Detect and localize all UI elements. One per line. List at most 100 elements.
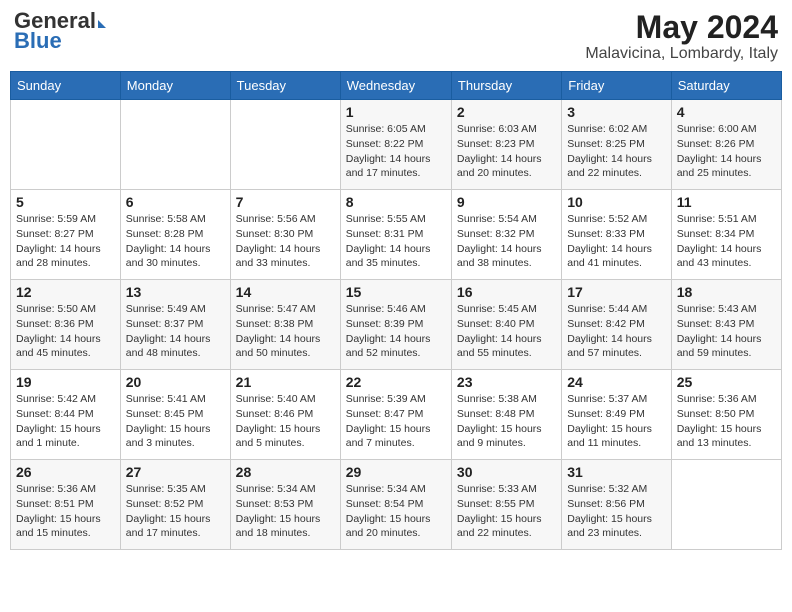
calendar-cell: 1 Sunrise: 6:05 AMSunset: 8:22 PMDaylight… (340, 100, 451, 190)
day-number: 8 (346, 194, 446, 210)
day-number: 5 (16, 194, 115, 210)
calendar-week-row: 5 Sunrise: 5:59 AMSunset: 8:27 PMDaylight… (11, 190, 782, 280)
day-number: 26 (16, 464, 115, 480)
calendar-cell: 22 Sunrise: 5:39 AMSunset: 8:47 PMDayligh… (340, 370, 451, 460)
logo-icon (98, 20, 106, 28)
day-info: Sunrise: 5:45 AMSunset: 8:40 PMDaylight:… (457, 302, 556, 361)
day-number: 1 (346, 104, 446, 120)
day-of-week-header: Sunday (11, 72, 121, 100)
calendar-cell: 30 Sunrise: 5:33 AMSunset: 8:55 PMDayligh… (451, 460, 561, 550)
calendar-cell: 10 Sunrise: 5:52 AMSunset: 8:33 PMDayligh… (562, 190, 671, 280)
calendar-cell: 5 Sunrise: 5:59 AMSunset: 8:27 PMDaylight… (11, 190, 121, 280)
day-number: 10 (567, 194, 665, 210)
calendar-cell: 13 Sunrise: 5:49 AMSunset: 8:37 PMDayligh… (120, 280, 230, 370)
day-number: 18 (677, 284, 776, 300)
day-number: 9 (457, 194, 556, 210)
day-number: 13 (126, 284, 225, 300)
calendar-cell: 19 Sunrise: 5:42 AMSunset: 8:44 PMDayligh… (11, 370, 121, 460)
day-of-week-header: Saturday (671, 72, 781, 100)
day-number: 3 (567, 104, 665, 120)
day-number: 25 (677, 374, 776, 390)
day-of-week-header: Tuesday (230, 72, 340, 100)
calendar-cell: 26Sunrise: 5:36 AMSunset: 8:51 PMDayligh… (11, 460, 121, 550)
day-info: Sunrise: 5:51 AMSunset: 8:34 PMDaylight:… (677, 212, 776, 271)
calendar-cell: 7 Sunrise: 5:56 AMSunset: 8:30 PMDaylight… (230, 190, 340, 280)
day-info: Sunrise: 6:05 AMSunset: 8:22 PMDaylight:… (346, 122, 446, 181)
day-info: Sunrise: 5:33 AMSunset: 8:55 PMDaylight:… (457, 482, 556, 541)
day-number: 30 (457, 464, 556, 480)
day-number: 31 (567, 464, 665, 480)
day-number: 28 (236, 464, 335, 480)
day-info: Sunrise: 5:52 AMSunset: 8:33 PMDaylight:… (567, 212, 665, 271)
day-info: Sunrise: 5:43 AMSunset: 8:43 PMDaylight:… (677, 302, 776, 361)
day-info: Sunrise: 5:40 AMSunset: 8:46 PMDaylight:… (236, 392, 335, 451)
calendar-cell: 14 Sunrise: 5:47 AMSunset: 8:38 PMDayligh… (230, 280, 340, 370)
calendar-cell: 23 Sunrise: 5:38 AMSunset: 8:48 PMDayligh… (451, 370, 561, 460)
calendar-cell (671, 460, 781, 550)
day-number: 11 (677, 194, 776, 210)
calendar-week-row: 19 Sunrise: 5:42 AMSunset: 8:44 PMDayligh… (11, 370, 782, 460)
day-info: Sunrise: 5:35 AMSunset: 8:52 PMDaylight:… (126, 482, 225, 541)
day-info: Sunrise: 5:49 AMSunset: 8:37 PMDaylight:… (126, 302, 225, 361)
day-info: Sunrise: 5:54 AMSunset: 8:32 PMDaylight:… (457, 212, 556, 271)
title-block: May 2024 Malavicina, Lombardy, Italy (585, 10, 778, 63)
day-number: 29 (346, 464, 446, 480)
day-number: 19 (16, 374, 115, 390)
calendar-cell: 8 Sunrise: 5:55 AMSunset: 8:31 PMDaylight… (340, 190, 451, 280)
calendar-cell: 6 Sunrise: 5:58 AMSunset: 8:28 PMDaylight… (120, 190, 230, 280)
calendar-week-row: 12 Sunrise: 5:50 AMSunset: 8:36 PMDayligh… (11, 280, 782, 370)
calendar-cell: 17 Sunrise: 5:44 AMSunset: 8:42 PMDayligh… (562, 280, 671, 370)
day-number: 20 (126, 374, 225, 390)
day-info: Sunrise: 5:47 AMSunset: 8:38 PMDaylight:… (236, 302, 335, 361)
day-number: 7 (236, 194, 335, 210)
calendar-table: SundayMondayTuesdayWednesdayThursdayFrid… (10, 71, 782, 550)
calendar-cell: 20 Sunrise: 5:41 AMSunset: 8:45 PMDayligh… (120, 370, 230, 460)
calendar-week-row: 26Sunrise: 5:36 AMSunset: 8:51 PMDayligh… (11, 460, 782, 550)
day-info: Sunrise: 5:38 AMSunset: 8:48 PMDaylight:… (457, 392, 556, 451)
day-number: 17 (567, 284, 665, 300)
calendar-cell: 15Sunrise: 5:46 AMSunset: 8:39 PMDayligh… (340, 280, 451, 370)
calendar-cell: 24Sunrise: 5:37 AMSunset: 8:49 PMDayligh… (562, 370, 671, 460)
calendar-cell (230, 100, 340, 190)
day-number: 4 (677, 104, 776, 120)
day-info: Sunrise: 5:41 AMSunset: 8:45 PMDaylight:… (126, 392, 225, 451)
calendar-cell: 27 Sunrise: 5:35 AMSunset: 8:52 PMDayligh… (120, 460, 230, 550)
calendar-header-row: SundayMondayTuesdayWednesdayThursdayFrid… (11, 72, 782, 100)
day-info: Sunrise: 5:59 AMSunset: 8:27 PMDaylight:… (16, 212, 115, 271)
day-number: 14 (236, 284, 335, 300)
day-info: Sunrise: 5:55 AMSunset: 8:31 PMDaylight:… (346, 212, 446, 271)
page-header: General Blue May 2024 Malavicina, Lombar… (10, 10, 782, 63)
day-number: 15 (346, 284, 446, 300)
calendar-cell: 16Sunrise: 5:45 AMSunset: 8:40 PMDayligh… (451, 280, 561, 370)
day-number: 23 (457, 374, 556, 390)
day-info: Sunrise: 5:39 AMSunset: 8:47 PMDaylight:… (346, 392, 446, 451)
day-info: Sunrise: 5:34 AMSunset: 8:54 PMDaylight:… (346, 482, 446, 541)
calendar-cell (120, 100, 230, 190)
calendar-cell: 3Sunrise: 6:02 AMSunset: 8:25 PMDaylight… (562, 100, 671, 190)
day-of-week-header: Friday (562, 72, 671, 100)
day-info: Sunrise: 5:44 AMSunset: 8:42 PMDaylight:… (567, 302, 665, 361)
day-of-week-header: Wednesday (340, 72, 451, 100)
calendar-cell: 29 Sunrise: 5:34 AMSunset: 8:54 PMDayligh… (340, 460, 451, 550)
calendar-cell: 4 Sunrise: 6:00 AMSunset: 8:26 PMDaylight… (671, 100, 781, 190)
day-info: Sunrise: 5:50 AMSunset: 8:36 PMDaylight:… (16, 302, 115, 361)
day-of-week-header: Thursday (451, 72, 561, 100)
day-info: Sunrise: 5:42 AMSunset: 8:44 PMDaylight:… (16, 392, 115, 451)
day-info: Sunrise: 5:56 AMSunset: 8:30 PMDaylight:… (236, 212, 335, 271)
calendar-cell: 18 Sunrise: 5:43 AMSunset: 8:43 PMDayligh… (671, 280, 781, 370)
logo-blue: Blue (14, 30, 62, 52)
day-number: 27 (126, 464, 225, 480)
day-info: Sunrise: 5:34 AMSunset: 8:53 PMDaylight:… (236, 482, 335, 541)
calendar-cell: 25Sunrise: 5:36 AMSunset: 8:50 PMDayligh… (671, 370, 781, 460)
day-number: 6 (126, 194, 225, 210)
day-number: 22 (346, 374, 446, 390)
calendar-cell: 9 Sunrise: 5:54 AMSunset: 8:32 PMDaylight… (451, 190, 561, 280)
calendar-cell: 31 Sunrise: 5:32 AMSunset: 8:56 PMDayligh… (562, 460, 671, 550)
day-info: Sunrise: 5:58 AMSunset: 8:28 PMDaylight:… (126, 212, 225, 271)
day-info: Sunrise: 5:32 AMSunset: 8:56 PMDaylight:… (567, 482, 665, 541)
day-info: Sunrise: 6:00 AMSunset: 8:26 PMDaylight:… (677, 122, 776, 181)
day-number: 12 (16, 284, 115, 300)
calendar-title: May 2024 (585, 10, 778, 45)
calendar-cell: 28 Sunrise: 5:34 AMSunset: 8:53 PMDayligh… (230, 460, 340, 550)
day-info: Sunrise: 5:37 AMSunset: 8:49 PMDaylight:… (567, 392, 665, 451)
